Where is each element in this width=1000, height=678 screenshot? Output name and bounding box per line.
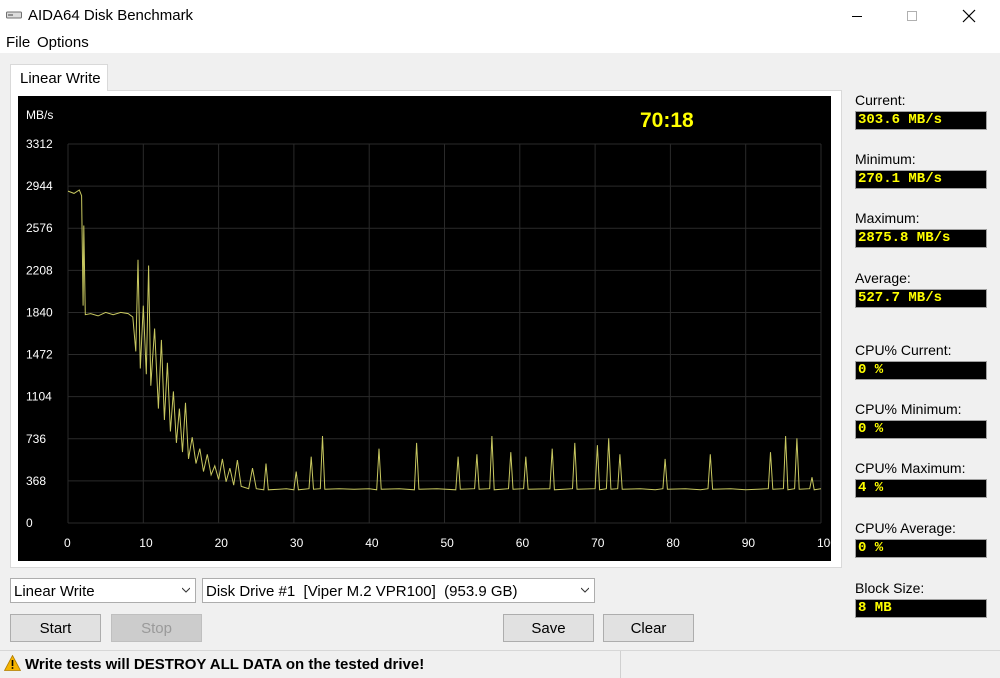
status-divider — [620, 651, 621, 678]
y-tick-label: 368 — [26, 474, 46, 488]
elapsed-timer: 70:18 — [640, 109, 694, 132]
window-title: AIDA64 Disk Benchmark — [28, 7, 194, 24]
clear-label: Clear — [630, 619, 667, 637]
start-label: Start — [39, 619, 72, 637]
maximize-icon — [907, 10, 917, 21]
y-tick-label: 736 — [26, 432, 46, 446]
close-button[interactable] — [946, 0, 992, 31]
y-tick-label: 1104 — [26, 390, 52, 404]
x-tick-label: 100 % — [817, 536, 831, 550]
x-tick-label: 30 — [290, 536, 304, 550]
stat-label-7: CPU% Average: — [855, 520, 956, 536]
test-type-select[interactable]: Linear Write — [10, 578, 196, 603]
chevron-down-icon — [581, 587, 589, 593]
y-tick-label: 2208 — [26, 263, 53, 277]
stat-value-6: 4 % — [855, 479, 987, 498]
maximize-button[interactable] — [889, 0, 935, 31]
benchmark-chart: MB/s 0 368 736 1104 1472 1840 2208 2576 2944 3312… — [18, 96, 831, 561]
x-tick-label: 70 — [591, 536, 605, 550]
save-button[interactable]: Save — [503, 614, 594, 642]
stat-value-4: 0 % — [855, 361, 987, 380]
y-tick-label: 3312 — [26, 137, 53, 151]
menu-options[interactable]: Options — [37, 34, 89, 51]
y-tick-label: 0 — [26, 516, 33, 530]
clear-button[interactable]: Clear — [603, 614, 694, 642]
stat-label-4: CPU% Current: — [855, 342, 952, 358]
y-tick-label: 1840 — [26, 305, 53, 319]
menu-file[interactable]: File — [6, 34, 30, 51]
tab-label: Linear Write — [20, 70, 101, 87]
stat-label-2: Maximum: — [855, 210, 920, 226]
stop-button[interactable]: Stop — [111, 614, 202, 642]
title-bar: AIDA64 Disk Benchmark — [0, 0, 1000, 31]
x-tick-label: 40 — [365, 536, 379, 550]
x-tick-label: 20 — [215, 536, 229, 550]
start-button[interactable]: Start — [10, 614, 101, 642]
disk-icon — [6, 11, 22, 19]
stat-value-7: 0 % — [855, 539, 987, 558]
stat-value-2: 2875.8 MB/s — [855, 229, 987, 248]
drive-value: Disk Drive #1 [Viper M.2 VPR100] (953.9 … — [206, 583, 518, 600]
stat-label-6: CPU% Maximum: — [855, 460, 966, 476]
drive-select[interactable]: Disk Drive #1 [Viper M.2 VPR100] (953.9 … — [202, 578, 595, 603]
chart-grid — [67, 143, 822, 524]
stat-value-3: 527.7 MB/s — [855, 289, 987, 308]
x-tick-label: 80 — [666, 536, 680, 550]
minimize-icon — [852, 15, 862, 17]
test-type-value: Linear Write — [14, 583, 95, 600]
stat-value-5: 0 % — [855, 420, 987, 439]
stat-value-0: 303.6 MB/s — [855, 111, 987, 130]
x-tick-label: 10 — [139, 536, 153, 550]
stat-label-3: Average: — [855, 270, 911, 286]
x-tick-label: 90 — [742, 536, 756, 550]
stat-label-0: Current: — [855, 92, 906, 108]
x-tick-label: 60 — [516, 536, 530, 550]
close-icon — [962, 9, 976, 22]
x-tick-label: 0 — [64, 536, 71, 550]
stat-value-8: 8 MB — [855, 599, 987, 618]
stop-label: Stop — [141, 619, 172, 637]
y-tick-label: 2944 — [26, 179, 53, 193]
y-tick-label: 1472 — [26, 348, 53, 362]
menu-bar: File Options — [0, 31, 1000, 53]
save-label: Save — [531, 619, 566, 637]
stat-value-1: 270.1 MB/s — [855, 170, 987, 189]
stat-label-8: Block Size: — [855, 580, 925, 596]
minimize-button[interactable] — [834, 0, 880, 31]
warning-message: Write tests will DESTROY ALL DATA on the… — [25, 656, 425, 673]
y-axis-unit-label: MB/s — [26, 108, 53, 122]
stat-label-1: Minimum: — [855, 151, 916, 167]
chevron-down-icon — [182, 587, 190, 593]
x-tick-label: 50 — [441, 536, 455, 550]
stat-label-5: CPU% Minimum: — [855, 401, 962, 417]
tab-linear-write[interactable]: Linear Write — [10, 64, 108, 91]
y-tick-label: 2576 — [26, 221, 53, 235]
warning-icon — [4, 655, 21, 671]
